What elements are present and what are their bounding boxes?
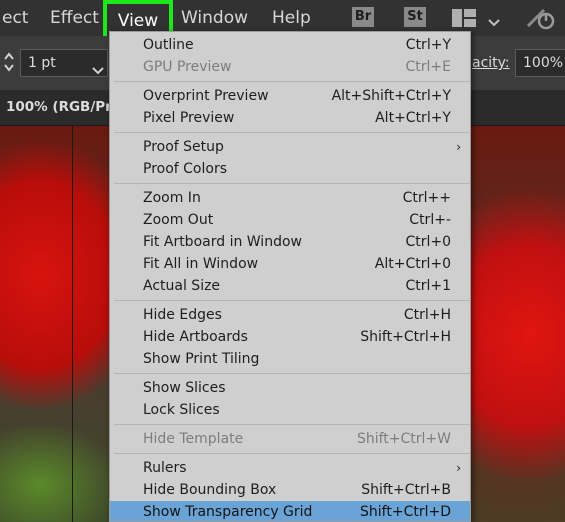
menu-object[interactable]: ect [2,8,28,28]
menu-separator [114,424,470,425]
menu-item-fit-artboard[interactable]: Fit Artboard in Window Ctrl+0 [110,231,470,253]
submenu-arrow-icon: › [456,140,461,154]
workspace-layout-icon[interactable] [452,9,476,32]
menu-item-fit-all[interactable]: Fit All in Window Alt+Ctrl+0 [110,253,470,275]
menu-help[interactable]: Help [272,8,311,28]
menu-item-hide-bounding-box[interactable]: Hide Bounding Box Shift+Ctrl+B [110,479,470,501]
chevron-down-icon[interactable] [488,12,500,32]
menu-item-hide-template: Hide Template Shift+Ctrl+W [143,431,451,447]
menu-separator [114,373,470,374]
menu-item-gpu-preview: GPU Preview Ctrl+E [143,59,451,75]
menu-item-show-slices[interactable]: Show Slices [110,377,470,399]
document-tab-label: 100% (RGB/Pr [6,99,112,115]
stroke-weight-select[interactable]: 1 pt [20,49,108,77]
menu-separator [114,132,470,133]
menu-separator [114,300,470,301]
stroke-weight-value: 1 pt [28,55,56,71]
opacity-label[interactable]: acity: [472,55,510,71]
menu-item-hide-artboards[interactable]: Hide Artboards Shift+Ctrl+H [110,326,470,348]
view-menu-dropdown: Outline Ctrl+Y GPU Preview Ctrl+E Overprin… [109,31,471,522]
menu-separator [114,453,470,454]
menu-item-hide-edges[interactable]: Hide Edges Ctrl+H [110,304,470,326]
stroke-stepper-icon[interactable] [3,51,15,77]
menu-item-proof-colors[interactable]: Proof Colors [110,158,470,180]
submenu-arrow-icon: › [456,461,461,475]
menu-item-show-print-tiling[interactable]: Show Print Tiling [110,348,470,370]
menu-item-proof-setup[interactable]: Proof Setup › [110,136,470,158]
artboard-edge [72,125,73,522]
menu-effect[interactable]: Effect [50,8,99,28]
stock-badge-button[interactable]: St [404,7,426,27]
menu-item-actual-size[interactable]: Actual Size Ctrl+1 [110,275,470,297]
menu-item-zoom-out[interactable]: Zoom Out Ctrl+- [110,209,470,231]
menu-item-show-transparency-grid[interactable]: Show Transparency Grid Shift+Ctrl+D [110,501,470,521]
menu-item-pixel-preview[interactable]: Pixel Preview Alt+Ctrl+Y [110,107,470,129]
search-adobe-stock-icon[interactable] [526,6,556,35]
menu-separator [114,183,470,184]
opacity-input[interactable]: 100% [515,49,565,77]
menu-item-overprint-preview[interactable]: Overprint Preview Alt+Shift+Ctrl+Y [110,85,470,107]
menu-separator [114,81,470,82]
menu-item-lock-slices[interactable]: Lock Slices [110,399,470,421]
menu-item-zoom-in[interactable]: Zoom In Ctrl++ [110,187,470,209]
chevron-down-icon [92,58,104,84]
menu-item-outline[interactable]: Outline Ctrl+Y [110,34,470,56]
menu-item-rulers[interactable]: Rulers › [110,457,470,479]
bridge-badge-button[interactable]: Br [352,7,374,27]
menu-window[interactable]: Window [181,8,248,28]
